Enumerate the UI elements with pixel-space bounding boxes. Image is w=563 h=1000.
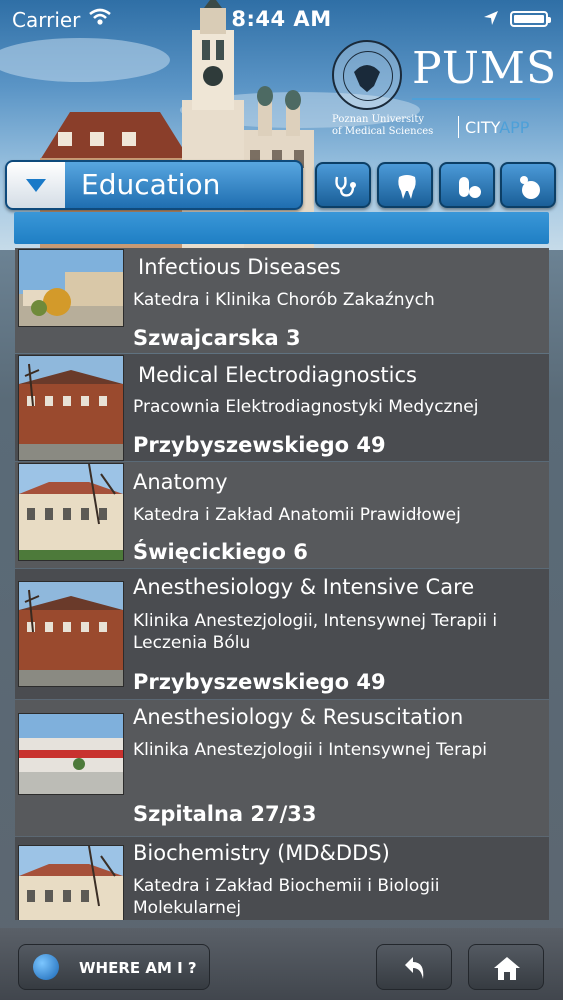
department-address: Przybyszewskiego 49 [133,433,386,457]
department-address: Szwajcarska 3 [133,326,301,350]
tooth-icon [398,175,416,199]
tooth-button[interactable] [377,162,433,208]
department-photo [18,355,124,461]
department-subtitle: Katedra i Zakład Anatomii Prawidłowej [133,505,461,525]
medicine-drop-icon [520,176,540,199]
department-subtitle: Pracownia Elektrodiagnostyki Medycznej [133,397,479,417]
logo-divider [412,98,540,100]
battery-icon [510,11,551,27]
logo-separator [458,116,459,138]
department-title: Medical Electrodiagnostics [138,363,417,387]
medicine-drop-button[interactable] [500,162,556,208]
department-photo [18,713,124,795]
list-item[interactable]: Biochemistry (MD&DDS) Katedra i Zakład B… [15,837,549,920]
department-photo [18,463,124,561]
department-address: Święcickiego 6 [133,540,308,564]
department-photo [18,581,124,687]
dropdown-arrow-icon [7,162,65,208]
brand-name: PUMS [412,43,558,94]
back-button[interactable] [376,944,452,990]
department-list[interactable]: Infectious Diseases Katedra i Klinika Ch… [15,248,549,920]
department-title: Anesthesiology & Resuscitation [133,705,464,729]
list-item[interactable]: Anesthesiology & Intensive Care Klinika … [15,569,549,699]
category-dropdown[interactable]: Education [5,160,303,210]
list-item[interactable]: Anesthesiology & Resuscitation Klinika A… [15,700,549,836]
category-label: Education [81,168,221,201]
back-arrow-icon [405,957,424,979]
app-screen: Carrier 8:44 AM PUMS Poznan University o… [0,0,563,1000]
department-photo [18,249,124,327]
university-seal-icon [332,40,402,110]
department-title: Infectious Diseases [138,255,341,279]
stethoscope-icon [335,176,356,197]
stethoscope-button[interactable] [315,162,371,208]
cityapp-label: CITYAPP [465,118,530,137]
department-title: Anatomy [133,470,228,494]
department-title: Anesthesiology & Intensive Care [133,575,475,599]
department-photo [18,845,124,920]
list-header-strip [14,212,549,244]
department-subtitle: Katedra i Klinika Chorób Zakaźnych [133,290,435,310]
department-address: Przybyszewskiego 49 [133,670,386,694]
status-bar: Carrier 8:44 AM [0,0,563,38]
where-am-i-button[interactable]: WHERE AM I ? [18,944,210,990]
list-item[interactable]: Anatomy Katedra i Zakład Anatomii Prawid… [15,462,549,568]
department-subtitle: Klinika Anestezjologii, Intensywnej Tera… [133,611,498,653]
clock: 8:44 AM [231,7,332,31]
pill-icon [459,177,481,198]
pums-logo: PUMS Poznan University of Medical Scienc… [330,40,556,150]
home-button[interactable] [468,944,544,990]
department-subtitle: Klinika Anestezjologii i Intensywnej Ter… [133,740,487,760]
bottom-toolbar: WHERE AM I ? [0,928,563,1000]
home-icon [494,957,520,980]
list-item[interactable]: Medical Electrodiagnostics Pracownia Ele… [15,354,549,461]
department-title: Biochemistry (MD&DDS) [133,841,390,865]
department-subtitle: Katedra i Zakład Biochemii i Biologii Mo… [133,876,440,918]
list-item[interactable]: Infectious Diseases Katedra i Klinika Ch… [15,248,549,353]
pill-button[interactable] [439,162,495,208]
location-arrow-icon [483,10,499,30]
globe-icon [33,954,59,980]
where-am-i-label: WHERE AM I ? [79,959,197,977]
department-address: Szpitalna 27/33 [133,802,317,826]
university-name: Poznan University of Medical Sciences [332,114,434,137]
